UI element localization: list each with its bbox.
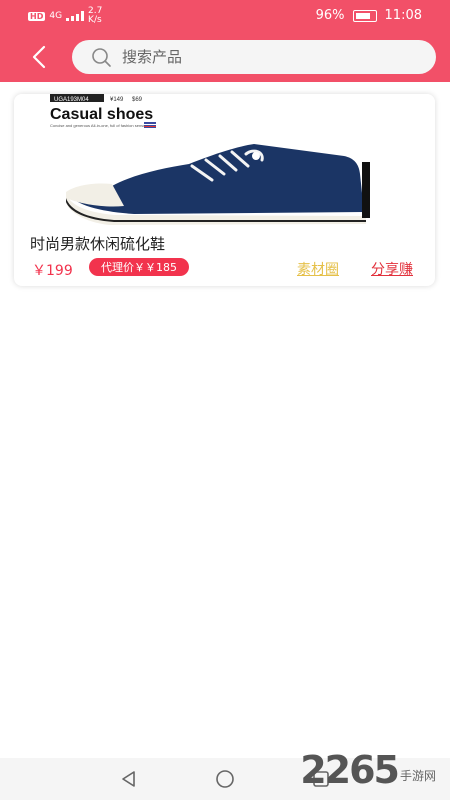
product-image[interactable]: UGA193M04 ¥149 $69 Casual shoes Concise … [14, 94, 435, 234]
image-subline: Concise and generous All-in-one, full of… [50, 123, 146, 128]
triangle-back-icon[interactable] [118, 768, 140, 790]
product-code: UGA193M04 [54, 97, 89, 103]
materials-link[interactable]: 素材圈 [297, 259, 339, 279]
circle-home-icon[interactable] [214, 768, 236, 790]
net-speed: 2.7 K/s [88, 6, 103, 25]
shoe-image: UGA193M04 ¥149 $69 Casual shoes Concise … [50, 94, 370, 225]
status-right: 96% 11:08 [316, 8, 422, 23]
watermark-text: 手游网 [399, 769, 436, 783]
status-left: HD 4G 2.7 K/s [28, 7, 102, 25]
hd-badge: HD [28, 11, 46, 21]
agent-price-badge: 代理价￥￥185 [89, 258, 189, 276]
battery-icon [352, 9, 377, 22]
search-bar[interactable] [72, 40, 436, 74]
status-bar: HD 4G 2.7 K/s 96% 11:08 [0, 0, 450, 32]
product-price: ￥199 [32, 263, 73, 279]
chevron-left-icon[interactable] [24, 40, 58, 74]
signal-icon [66, 11, 85, 21]
product-title[interactable]: 时尚男款休闲硫化鞋 [30, 233, 165, 254]
clock: 11:08 [384, 8, 422, 23]
search-input[interactable] [120, 47, 384, 67]
watermark-number: 2265 [300, 748, 400, 792]
image-headline: Casual shoes [50, 106, 153, 123]
share-earn-link[interactable]: 分享赚 [371, 259, 413, 279]
network-label: 4G [49, 11, 63, 21]
app-header: HD 4G 2.7 K/s 96% 11:08 [0, 0, 450, 82]
image-price-1: ¥149 [110, 97, 124, 103]
product-card[interactable]: UGA193M04 ¥149 $69 Casual shoes Concise … [14, 94, 435, 286]
battery-percent: 96% [315, 8, 345, 23]
watermark: 2265 手游网 [300, 748, 436, 792]
image-price-2: $69 [132, 97, 143, 103]
search-icon [92, 48, 111, 67]
